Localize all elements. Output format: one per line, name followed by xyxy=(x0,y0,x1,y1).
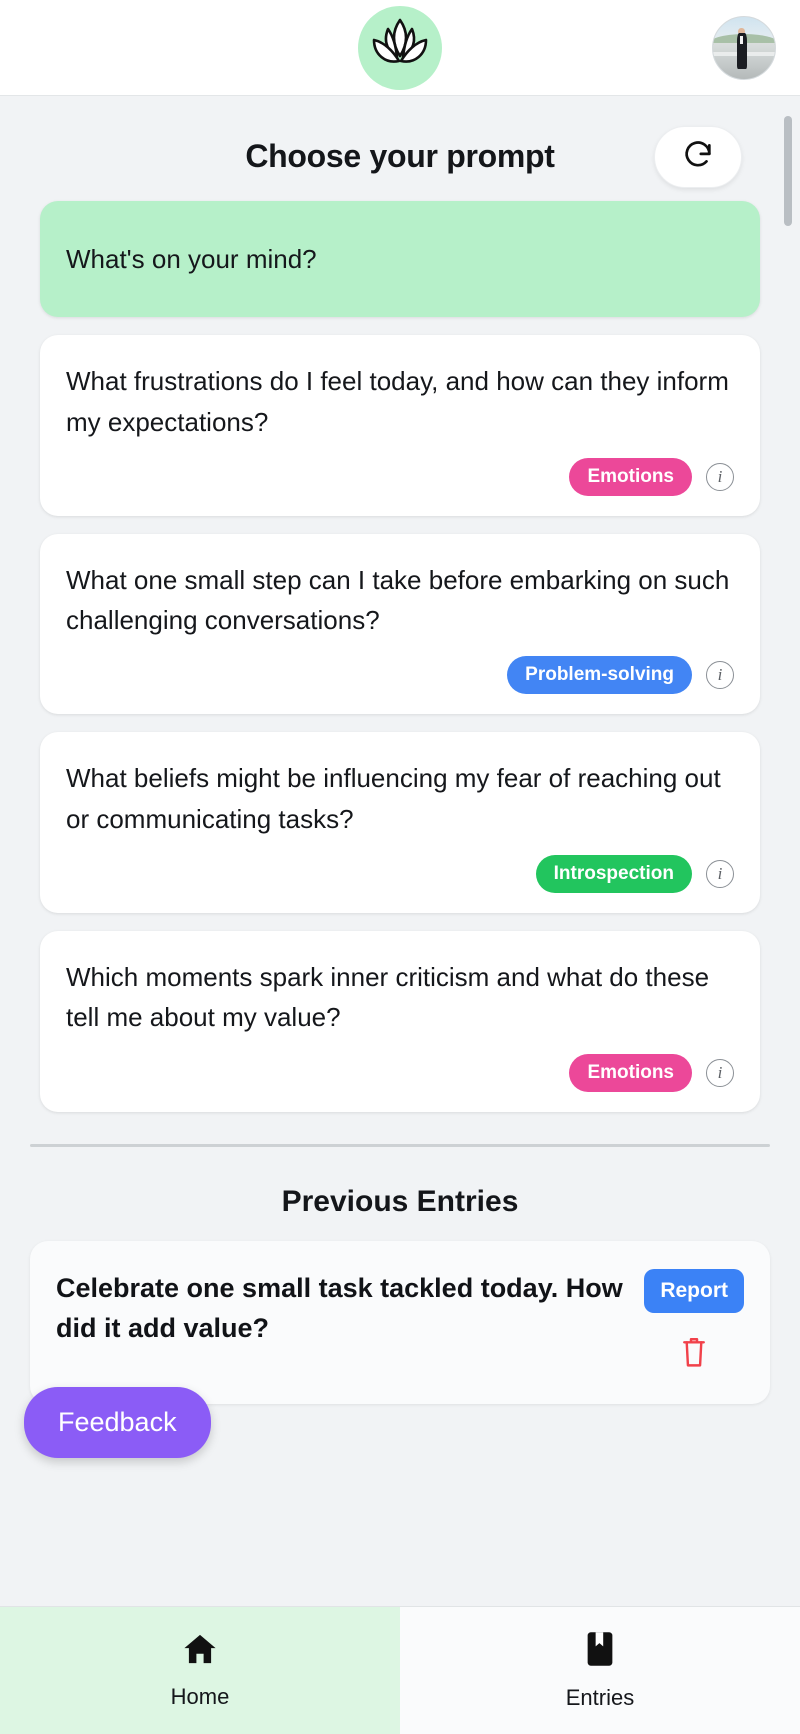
feedback-button[interactable]: Feedback xyxy=(24,1387,211,1458)
prompt-text: What beliefs might be influencing my fea… xyxy=(66,763,721,834)
entry-row: Celebrate one small task tackled today. … xyxy=(56,1268,744,1374)
prompt-list: What's on your mind? What frustrations d… xyxy=(0,201,800,1112)
prompt-header-row: Choose your prompt xyxy=(0,96,800,201)
entry-text: Celebrate one small task tackled today. … xyxy=(56,1272,623,1343)
prompt-card[interactable]: What frustrations do I feel today, and h… xyxy=(40,335,760,516)
nav-item-entries-label: Entries xyxy=(565,1685,635,1710)
book-icon xyxy=(584,1630,616,1673)
featured-prompt-card[interactable]: What's on your mind? xyxy=(40,201,760,318)
nav-item-home-label: Home xyxy=(170,1684,230,1709)
category-badge[interactable]: Emotions xyxy=(569,457,692,496)
info-icon[interactable]: i xyxy=(706,860,734,889)
prompt-footer: Introspection i xyxy=(66,855,734,894)
prompt-text: Which moments spark inner criticism and … xyxy=(66,962,710,1033)
app-header xyxy=(0,0,800,96)
page-title: Choose your prompt xyxy=(245,138,555,174)
category-badge[interactable]: Emotions xyxy=(569,1053,692,1092)
avatar[interactable] xyxy=(712,15,776,80)
scroll-container[interactable]: Choose your prompt What's on your mind? … xyxy=(0,96,800,1606)
section-divider xyxy=(30,1143,770,1147)
app-root: Choose your prompt What's on your mind? … xyxy=(0,0,800,1734)
previous-entries-title: Previous Entries xyxy=(281,1184,519,1218)
lotus-icon xyxy=(369,16,431,79)
prompt-card[interactable]: What one small step can I take before em… xyxy=(40,533,760,715)
prompt-text: What one small step can I take before em… xyxy=(66,564,730,636)
prompt-card[interactable]: What beliefs might be influencing my fea… xyxy=(40,732,760,914)
prompt-footer: Emotions i xyxy=(66,1053,734,1092)
prompt-card[interactable]: Which moments spark inner criticism and … xyxy=(40,931,760,1112)
prompt-footer: Problem-solving i xyxy=(66,656,734,695)
category-badge[interactable]: Problem-solving xyxy=(507,656,692,695)
entry-card[interactable]: Celebrate one small task tackled today. … xyxy=(30,1240,770,1404)
home-icon xyxy=(181,1631,219,1672)
nav-item-entries[interactable]: Entries xyxy=(400,1607,800,1734)
lotus-logo[interactable] xyxy=(358,5,442,90)
avatar-shirt xyxy=(740,35,744,44)
bottom-navigation: Home Entries xyxy=(0,1606,800,1734)
prompt-text: What frustrations do I feel today, and h… xyxy=(66,366,729,437)
info-icon[interactable]: i xyxy=(706,462,734,491)
refresh-button[interactable] xyxy=(654,126,742,188)
featured-prompt-text: What's on your mind? xyxy=(66,244,317,274)
prompt-footer: Emotions i xyxy=(66,457,734,496)
refresh-icon xyxy=(681,138,715,177)
entry-actions: Report xyxy=(644,1268,744,1374)
nav-item-home[interactable]: Home xyxy=(0,1607,400,1734)
report-button[interactable]: Report xyxy=(644,1268,744,1313)
scrollbar-track[interactable] xyxy=(784,106,796,1536)
category-badge[interactable]: Introspection xyxy=(535,855,692,894)
trash-icon[interactable] xyxy=(679,1335,709,1374)
info-icon[interactable]: i xyxy=(706,1058,734,1087)
info-icon[interactable]: i xyxy=(706,661,734,690)
